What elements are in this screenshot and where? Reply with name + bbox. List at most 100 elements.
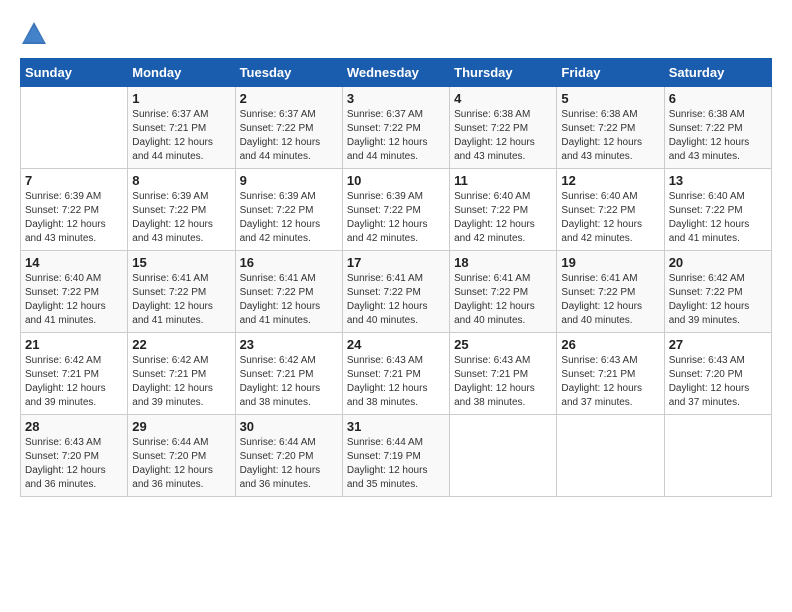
calendar-cell	[664, 415, 771, 497]
calendar-cell: 29Sunrise: 6:44 AM Sunset: 7:20 PM Dayli…	[128, 415, 235, 497]
day-detail: Sunrise: 6:38 AM Sunset: 7:22 PM Dayligh…	[669, 108, 767, 164]
calendar-week-4: 21Sunrise: 6:42 AM Sunset: 7:21 PM Dayli…	[21, 333, 772, 415]
calendar-cell: 13Sunrise: 6:40 AM Sunset: 7:22 PM Dayli…	[664, 169, 771, 251]
calendar-table: SundayMondayTuesdayWednesdayThursdayFrid…	[20, 58, 772, 497]
logo-icon	[20, 20, 48, 48]
day-number: 9	[240, 173, 338, 188]
calendar-cell: 27 Sunrise: 6:43 AM Sunset: 7:20 PM Dayli…	[664, 333, 771, 415]
day-detail: Sunrise: 6:43 AM Sunset: 7:21 PM Dayligh…	[347, 354, 445, 410]
calendar-week-3: 14 Sunrise: 6:40 AM Sunset: 7:22 PM Dayli…	[21, 251, 772, 333]
calendar-cell: 26 Sunrise: 6:43 AM Sunset: 7:21 PM Dayli…	[557, 333, 664, 415]
day-detail: Sunrise: 6:40 AM Sunset: 7:22 PM Dayligh…	[25, 272, 123, 328]
day-header-tuesday: Tuesday	[235, 59, 342, 87]
calendar-cell: 31Sunrise: 6:44 AM Sunset: 7:19 PM Dayli…	[342, 415, 449, 497]
calendar-cell: 28 Sunrise: 6:43 AM Sunset: 7:20 PM Dayli…	[21, 415, 128, 497]
day-number: 26	[561, 337, 659, 352]
day-number: 14	[25, 255, 123, 270]
calendar-cell: 14 Sunrise: 6:40 AM Sunset: 7:22 PM Dayli…	[21, 251, 128, 333]
calendar-week-2: 7 Sunrise: 6:39 AM Sunset: 7:22 PM Daylig…	[21, 169, 772, 251]
day-detail: Sunrise: 6:44 AM Sunset: 7:19 PM Dayligh…	[347, 436, 445, 492]
day-number: 16	[240, 255, 338, 270]
day-detail: Sunrise: 6:39 AM Sunset: 7:22 PM Dayligh…	[240, 190, 338, 246]
calendar-cell: 16 Sunrise: 6:41 AM Sunset: 7:22 PM Dayli…	[235, 251, 342, 333]
calendar-cell: 25 Sunrise: 6:43 AM Sunset: 7:21 PM Dayli…	[450, 333, 557, 415]
day-header-monday: Monday	[128, 59, 235, 87]
day-header-friday: Friday	[557, 59, 664, 87]
day-number: 22	[132, 337, 230, 352]
day-number: 30	[240, 419, 338, 434]
calendar-cell: 17Sunrise: 6:41 AM Sunset: 7:22 PM Dayli…	[342, 251, 449, 333]
day-number: 6	[669, 91, 767, 106]
calendar-cell: 8 Sunrise: 6:39 AM Sunset: 7:22 PM Daylig…	[128, 169, 235, 251]
day-detail: Sunrise: 6:42 AM Sunset: 7:21 PM Dayligh…	[132, 354, 230, 410]
calendar-cell: 4Sunrise: 6:38 AM Sunset: 7:22 PM Daylig…	[450, 87, 557, 169]
day-detail: Sunrise: 6:37 AM Sunset: 7:21 PM Dayligh…	[132, 108, 230, 164]
day-header-sunday: Sunday	[21, 59, 128, 87]
calendar-cell: 6 Sunrise: 6:38 AM Sunset: 7:22 PM Daylig…	[664, 87, 771, 169]
day-detail: Sunrise: 6:39 AM Sunset: 7:22 PM Dayligh…	[132, 190, 230, 246]
day-detail: Sunrise: 6:39 AM Sunset: 7:22 PM Dayligh…	[347, 190, 445, 246]
day-number: 28	[25, 419, 123, 434]
day-detail: Sunrise: 6:44 AM Sunset: 7:20 PM Dayligh…	[240, 436, 338, 492]
calendar-cell: 7 Sunrise: 6:39 AM Sunset: 7:22 PM Daylig…	[21, 169, 128, 251]
day-number: 25	[454, 337, 552, 352]
calendar-cell	[557, 415, 664, 497]
calendar-cell: 5Sunrise: 6:38 AM Sunset: 7:22 PM Daylig…	[557, 87, 664, 169]
day-number: 10	[347, 173, 445, 188]
day-number: 13	[669, 173, 767, 188]
day-detail: Sunrise: 6:42 AM Sunset: 7:21 PM Dayligh…	[25, 354, 123, 410]
day-detail: Sunrise: 6:43 AM Sunset: 7:21 PM Dayligh…	[561, 354, 659, 410]
calendar-cell: 24 Sunrise: 6:43 AM Sunset: 7:21 PM Dayli…	[342, 333, 449, 415]
day-detail: Sunrise: 6:43 AM Sunset: 7:21 PM Dayligh…	[454, 354, 552, 410]
day-number: 17	[347, 255, 445, 270]
day-detail: Sunrise: 6:42 AM Sunset: 7:21 PM Dayligh…	[240, 354, 338, 410]
day-number: 23	[240, 337, 338, 352]
calendar-cell: 18 Sunrise: 6:41 AM Sunset: 7:22 PM Dayli…	[450, 251, 557, 333]
calendar-cell	[21, 87, 128, 169]
day-number: 7	[25, 173, 123, 188]
day-number: 27	[669, 337, 767, 352]
day-detail: Sunrise: 6:39 AM Sunset: 7:22 PM Dayligh…	[25, 190, 123, 246]
day-header-saturday: Saturday	[664, 59, 771, 87]
calendar-cell: 15Sunrise: 6:41 AM Sunset: 7:22 PM Dayli…	[128, 251, 235, 333]
calendar-cell	[450, 415, 557, 497]
day-detail: Sunrise: 6:43 AM Sunset: 7:20 PM Dayligh…	[669, 354, 767, 410]
calendar-cell: 21Sunrise: 6:42 AM Sunset: 7:21 PM Dayli…	[21, 333, 128, 415]
day-number: 8	[132, 173, 230, 188]
day-number: 1	[132, 91, 230, 106]
calendar-header-row: SundayMondayTuesdayWednesdayThursdayFrid…	[21, 59, 772, 87]
calendar-cell: 20Sunrise: 6:42 AM Sunset: 7:22 PM Dayli…	[664, 251, 771, 333]
day-number: 5	[561, 91, 659, 106]
day-number: 2	[240, 91, 338, 106]
day-detail: Sunrise: 6:38 AM Sunset: 7:22 PM Dayligh…	[454, 108, 552, 164]
calendar-cell: 3 Sunrise: 6:37 AM Sunset: 7:22 PM Daylig…	[342, 87, 449, 169]
day-number: 15	[132, 255, 230, 270]
day-detail: Sunrise: 6:43 AM Sunset: 7:20 PM Dayligh…	[25, 436, 123, 492]
day-header-wednesday: Wednesday	[342, 59, 449, 87]
calendar-cell: 12 Sunrise: 6:40 AM Sunset: 7:22 PM Dayli…	[557, 169, 664, 251]
day-detail: Sunrise: 6:44 AM Sunset: 7:20 PM Dayligh…	[132, 436, 230, 492]
calendar-cell: 30 Sunrise: 6:44 AM Sunset: 7:20 PM Dayli…	[235, 415, 342, 497]
day-detail: Sunrise: 6:41 AM Sunset: 7:22 PM Dayligh…	[454, 272, 552, 328]
page-header	[20, 20, 772, 48]
calendar-body: 1 Sunrise: 6:37 AM Sunset: 7:21 PM Daylig…	[21, 87, 772, 497]
calendar-cell: 1 Sunrise: 6:37 AM Sunset: 7:21 PM Daylig…	[128, 87, 235, 169]
calendar-cell: 23 Sunrise: 6:42 AM Sunset: 7:21 PM Dayli…	[235, 333, 342, 415]
day-number: 11	[454, 173, 552, 188]
calendar-cell: 22 Sunrise: 6:42 AM Sunset: 7:21 PM Dayli…	[128, 333, 235, 415]
day-number: 3	[347, 91, 445, 106]
calendar-cell: 9 Sunrise: 6:39 AM Sunset: 7:22 PM Daylig…	[235, 169, 342, 251]
calendar-week-1: 1 Sunrise: 6:37 AM Sunset: 7:21 PM Daylig…	[21, 87, 772, 169]
day-number: 12	[561, 173, 659, 188]
day-number: 24	[347, 337, 445, 352]
calendar-cell: 2 Sunrise: 6:37 AM Sunset: 7:22 PM Daylig…	[235, 87, 342, 169]
day-detail: Sunrise: 6:37 AM Sunset: 7:22 PM Dayligh…	[240, 108, 338, 164]
day-detail: Sunrise: 6:37 AM Sunset: 7:22 PM Dayligh…	[347, 108, 445, 164]
day-number: 20	[669, 255, 767, 270]
day-detail: Sunrise: 6:40 AM Sunset: 7:22 PM Dayligh…	[561, 190, 659, 246]
day-header-thursday: Thursday	[450, 59, 557, 87]
logo	[20, 20, 50, 48]
calendar-cell: 11Sunrise: 6:40 AM Sunset: 7:22 PM Dayli…	[450, 169, 557, 251]
day-detail: Sunrise: 6:41 AM Sunset: 7:22 PM Dayligh…	[240, 272, 338, 328]
day-number: 18	[454, 255, 552, 270]
